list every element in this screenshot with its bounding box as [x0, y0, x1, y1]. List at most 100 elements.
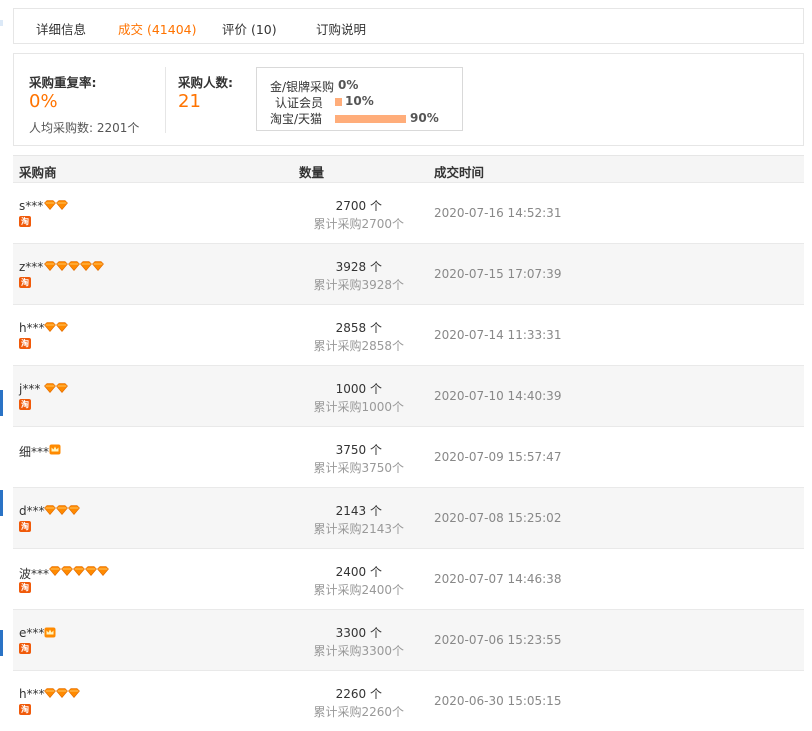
edge-fragment — [0, 390, 3, 416]
buyer-name[interactable]: s*** — [19, 199, 43, 213]
cumulative-purchase: 累计采购2400个 — [313, 583, 404, 597]
header-time: 成交时间 — [434, 165, 485, 180]
diamond-icon — [44, 383, 56, 393]
quantity: 2400 个 — [335, 565, 382, 579]
repeat-rate-value: 0% — [29, 91, 58, 112]
diamond-icon — [61, 566, 73, 576]
cumulative-purchase: 累计采购1000个 — [313, 400, 404, 414]
table-row: 波*** 淘 2400 个累计采购2400个 2020-07-07 14:46:38 — [13, 548, 804, 609]
breakdown-row: 淘宝/天猫会员: 90% — [257, 111, 462, 127]
diamond-icon — [56, 383, 68, 393]
header-buyer: 采购商 — [19, 165, 57, 180]
breakdown-percent: 0% — [338, 78, 359, 92]
taobao-member-icon: 淘 — [19, 399, 31, 410]
diamond-icon — [56, 688, 68, 698]
diamond-icon — [44, 505, 56, 515]
diamond-icon — [80, 261, 92, 271]
diamond-badge-group — [44, 383, 68, 395]
diamond-icon — [68, 688, 80, 698]
transaction-time: 2020-07-14 11:33:31 — [434, 328, 562, 342]
buyer-name[interactable]: 波*** — [19, 565, 49, 582]
diamond-icon — [85, 566, 97, 576]
transaction-time: 2020-07-08 15:25:02 — [434, 511, 562, 525]
taobao-member-icon: 淘 — [19, 643, 31, 654]
tab-bar: 详细信息 成交 (41404) 评价 (10) 订购说明 — [13, 8, 804, 44]
tab-reviews[interactable]: 评价 (10) — [222, 19, 277, 38]
table-row: s*** 淘 2700 个累计采购2700个 2020-07-16 14:52:31 — [13, 182, 804, 243]
transactions-table-header: 采购商 数量 成交时间 — [13, 155, 804, 182]
buyer-breakdown-popup: 金/银牌采购 0% 认证会员 10% 淘宝/天猫会员: 90% — [256, 67, 463, 131]
buyer-name[interactable]: e*** — [19, 626, 44, 640]
diamond-icon — [44, 200, 56, 210]
cumulative-purchase: 累计采购3928个 — [313, 278, 404, 292]
cumulative-purchase: 累计采购3750个 — [313, 461, 404, 475]
cumulative-purchase: 累计采购2260个 — [313, 705, 404, 719]
table-row: j*** 淘 1000 个累计采购1000个 2020-07-10 14:40:39 — [13, 365, 804, 426]
quantity: 2143 个 — [335, 504, 382, 518]
diamond-icon — [68, 505, 80, 515]
transaction-time: 2020-07-15 17:07:39 — [434, 267, 562, 281]
taobao-member-icon: 淘 — [19, 521, 31, 532]
diamond-badge-group — [44, 322, 68, 334]
buyers-count-label[interactable]: 采购人数: — [178, 72, 233, 91]
diamond-icon — [56, 261, 68, 271]
quantity: 2700 个 — [335, 199, 382, 213]
quantity: 2858 个 — [335, 321, 382, 335]
cumulative-purchase: 累计采购2858个 — [313, 339, 404, 353]
diamond-icon — [56, 322, 68, 332]
diamond-badge-group — [44, 688, 80, 700]
tab-transactions[interactable]: 成交 (41404) — [118, 19, 197, 38]
breakdown-label: 淘宝/天猫会员: — [270, 112, 323, 126]
header-quantity: 数量 — [299, 165, 325, 180]
buyer-name[interactable]: 细*** — [19, 443, 49, 460]
breakdown-label: 认证会员 — [275, 96, 324, 110]
transaction-time: 2020-06-30 15:05:15 — [434, 694, 562, 708]
diamond-icon — [44, 688, 56, 698]
diamond-icon — [56, 200, 68, 210]
summary-divider — [165, 67, 166, 133]
diamond-icon — [73, 566, 85, 576]
taobao-member-icon: 淘 — [19, 338, 31, 349]
taobao-member-icon: 淘 — [19, 582, 31, 593]
edge-fragment — [0, 490, 3, 516]
diamond-badge-group — [49, 566, 109, 578]
diamond-icon — [44, 261, 56, 271]
diamond-icon — [49, 566, 61, 576]
crown-badge-group — [44, 627, 56, 639]
quantity: 3750 个 — [335, 443, 382, 457]
table-row: h*** 淘 2260 个累计采购2260个 2020-06-30 15:05:15 — [13, 670, 804, 731]
table-row: d*** 淘 2143 个累计采购2143个 2020-07-08 15:25:02 — [13, 487, 804, 548]
buyer-name[interactable]: j*** — [19, 382, 40, 396]
crown-badge-group — [49, 444, 61, 456]
transaction-time: 2020-07-10 14:40:39 — [434, 389, 562, 403]
buyer-name[interactable]: z*** — [19, 260, 43, 274]
table-row: 细*** 3750 个累计采购3750个 2020-07-09 15:57:47 — [13, 426, 804, 487]
breakdown-bar — [335, 98, 342, 106]
edge-fragment — [0, 630, 3, 656]
buyer-name[interactable]: d*** — [19, 504, 45, 518]
quantity: 3300 个 — [335, 626, 382, 640]
cumulative-purchase: 累计采购2143个 — [313, 522, 404, 536]
quantity: 1000 个 — [335, 382, 382, 396]
breakdown-bar — [335, 115, 406, 123]
diamond-icon — [92, 261, 104, 271]
tab-order-instructions[interactable]: 订购说明 — [316, 19, 366, 38]
diamond-icon — [44, 322, 56, 332]
transaction-time: 2020-07-06 15:23:55 — [434, 633, 562, 647]
quantity: 3928 个 — [335, 260, 382, 274]
buyer-name[interactable]: h*** — [19, 321, 45, 335]
buyers-count-value[interactable]: 21 — [178, 91, 201, 112]
breakdown-percent: 90% — [410, 111, 439, 125]
breakdown-row: 认证会员 10% — [257, 94, 462, 110]
breakdown-percent: 10% — [345, 94, 374, 108]
crown-icon — [49, 444, 61, 455]
buyer-name[interactable]: h*** — [19, 687, 45, 701]
diamond-badge-group — [44, 261, 104, 273]
diamond-icon — [56, 505, 68, 515]
tab-details[interactable]: 详细信息 — [36, 19, 86, 38]
breakdown-row: 金/银牌采购 0% — [257, 78, 462, 94]
purchase-summary: 采购重复率: 0% 人均采购数: 2201个 采购人数: 21 金/银牌采购 0… — [13, 53, 804, 146]
cumulative-purchase: 累计采购3300个 — [313, 644, 404, 658]
taobao-member-icon: 淘 — [19, 704, 31, 715]
avg-purchase-text: 人均采购数: 2201个 — [29, 121, 140, 135]
